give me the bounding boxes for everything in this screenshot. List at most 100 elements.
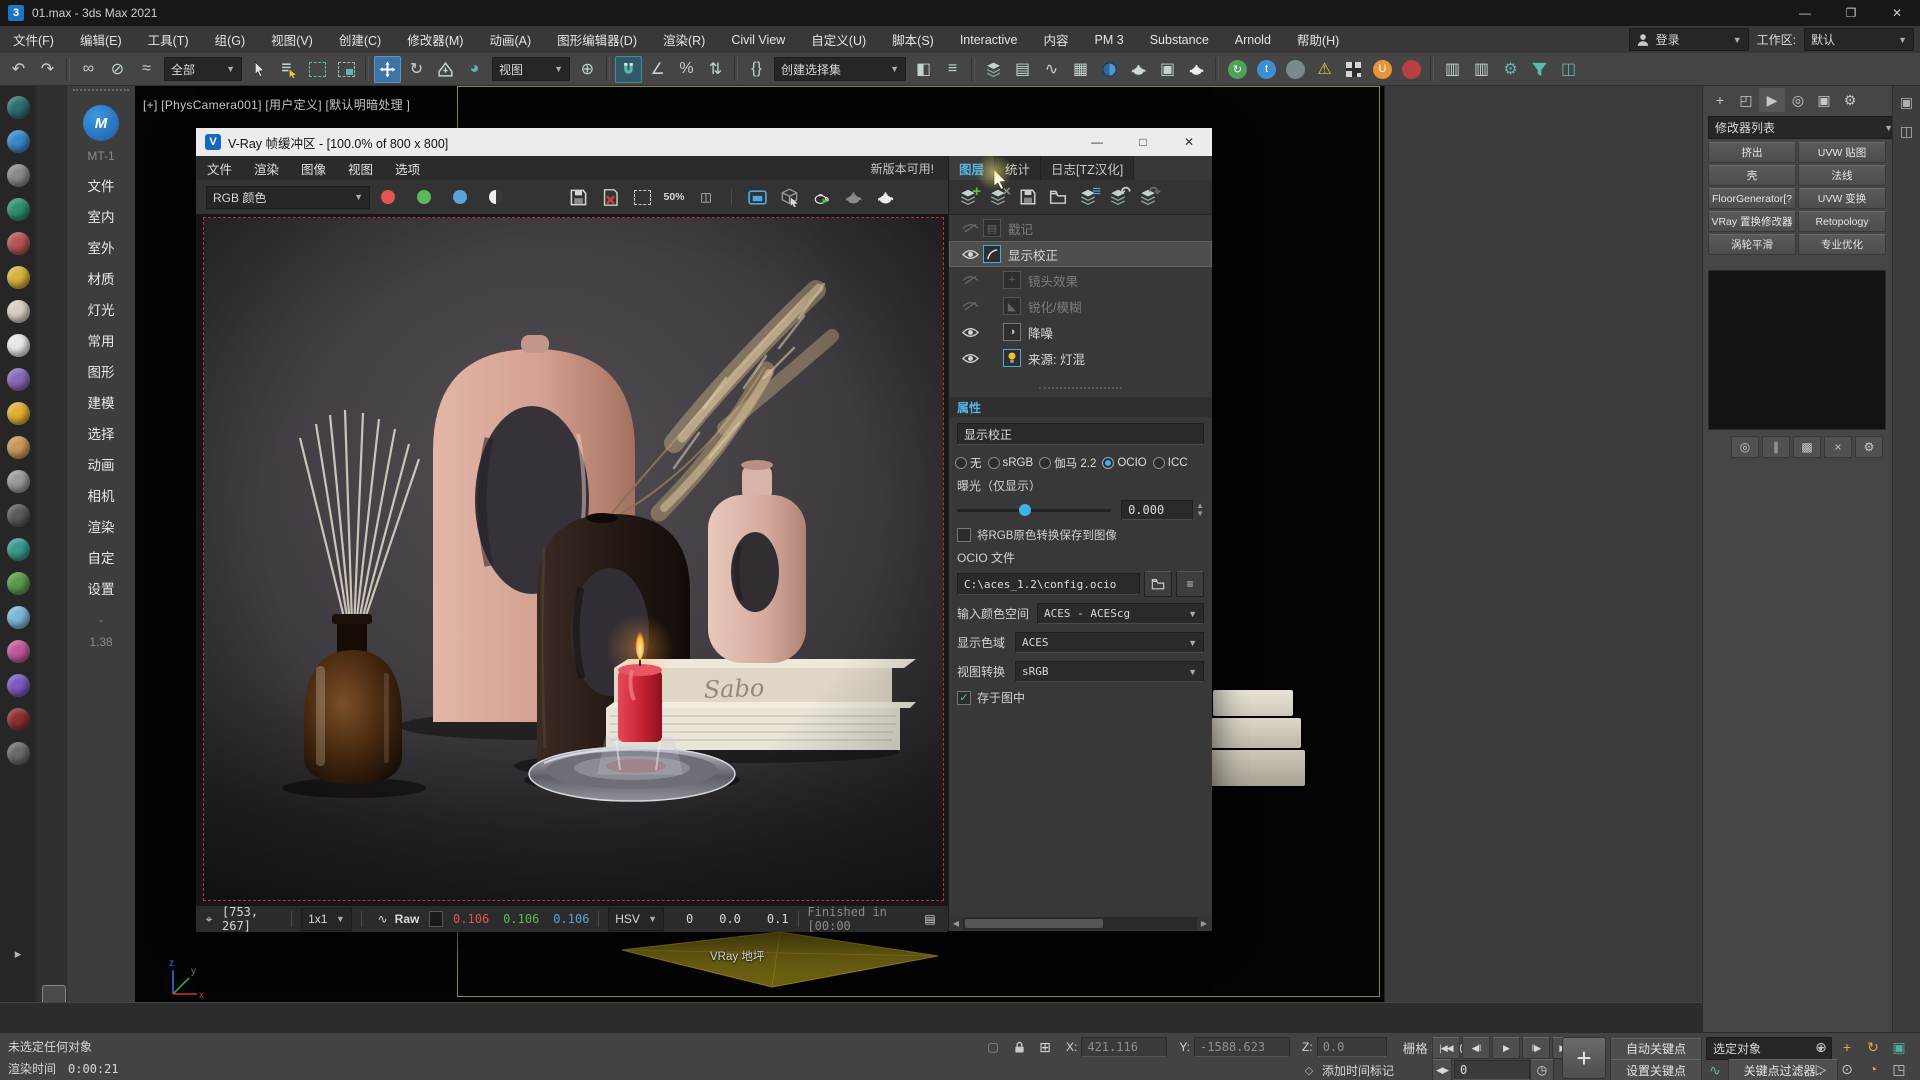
layer-row-锐化/模糊[interactable]: ◣锐化/模糊 — [949, 293, 1212, 319]
menu-item[interactable]: 渲染(R) — [650, 26, 718, 53]
exposure-value[interactable]: 0.000 — [1121, 500, 1193, 520]
save-layers-icon[interactable] — [1013, 183, 1043, 211]
select-link-icon[interactable]: ∞ — [75, 56, 102, 83]
select-move-icon[interactable] — [374, 56, 401, 83]
mt-item-图形[interactable]: 图形 — [67, 357, 135, 388]
current-frame-field[interactable]: 0 — [1454, 1060, 1530, 1080]
in-image-row[interactable]: ✓ 存于图中 — [949, 686, 1212, 709]
plugin-box-purple-icon[interactable] — [7, 674, 30, 697]
zoom-all-icon[interactable]: + — [1835, 1037, 1859, 1057]
close-button[interactable]: ✕ — [1874, 0, 1920, 26]
eye-icon[interactable] — [957, 249, 983, 260]
modifier-stack[interactable] — [1708, 270, 1886, 430]
plugin-pill-red-icon[interactable] — [7, 232, 30, 255]
render-setup-icon[interactable] — [1125, 56, 1152, 83]
layer-manager-icon[interactable] — [980, 56, 1007, 83]
minimize-button[interactable]: — — [1782, 0, 1828, 26]
modifier-button[interactable]: Retopology — [1798, 211, 1886, 232]
save-rgb-row[interactable]: 将RGB原色转换保存到图像 — [949, 524, 1212, 546]
display-tab[interactable]: ▣ — [1811, 88, 1837, 112]
scene-explorer-icon[interactable]: ◫ — [1900, 123, 1913, 140]
modifier-button[interactable]: 壳 — [1708, 165, 1796, 186]
z-coordinate-field[interactable]: 0.0 — [1317, 1037, 1387, 1057]
mt-logo[interactable]: M — [83, 105, 119, 141]
mt-item-相机[interactable]: 相机 — [67, 481, 135, 512]
mt-item-设置[interactable]: 设置 — [67, 574, 135, 605]
vfb-tab-图层[interactable]: 图层 — [949, 156, 995, 180]
radio-ICC[interactable]: ICC — [1153, 457, 1188, 469]
panel-drag-handle[interactable] — [73, 89, 129, 97]
compare-ab-icon[interactable]: ◫ — [692, 184, 720, 210]
spinner-snap-icon[interactable]: ⇅ — [702, 56, 729, 83]
modifier-button[interactable]: FloorGenerator[? — [1708, 188, 1796, 209]
plugin-violet-icon[interactable] — [7, 368, 30, 391]
plugin-ring-white-icon[interactable] — [7, 334, 30, 357]
pipeline-gear-icon[interactable]: ⚙ — [1497, 56, 1524, 83]
track-bar[interactable] — [0, 1002, 1702, 1033]
vfb-maximize-button[interactable]: □ — [1120, 129, 1166, 155]
panel-splitter[interactable] — [1039, 379, 1122, 389]
red-badge-icon[interactable] — [1398, 56, 1425, 83]
angle-snap-icon[interactable]: ∠ — [644, 56, 671, 83]
menu-item[interactable]: 创建(C) — [326, 26, 394, 53]
modifier-list-dropdown[interactable]: 修改器列表▼ — [1708, 116, 1900, 139]
undo-icon[interactable]: ↶ — [5, 56, 32, 83]
delete-layer-icon[interactable]: × — [983, 183, 1013, 211]
strip-expand-arrow[interactable]: ▸ — [15, 946, 22, 962]
menu-item[interactable]: PM 3 — [1082, 26, 1137, 53]
save-image-icon[interactable] — [564, 184, 592, 210]
asset-db2-icon[interactable]: ▥ — [1468, 56, 1495, 83]
layout-pin-icon[interactable]: ◰ — [1733, 88, 1759, 112]
time-config-icon[interactable]: ◷ — [1530, 1059, 1554, 1080]
vfb-tab-统计[interactable]: 统计 — [995, 156, 1041, 180]
vray-ground-plane[interactable] — [620, 930, 940, 990]
x-coordinate-field[interactable]: 421.116 — [1081, 1037, 1167, 1057]
pan-icon[interactable]: ⊙ — [1835, 1059, 1859, 1079]
remove-modifier-icon[interactable]: × — [1824, 436, 1852, 458]
layer-row-镜头效果[interactable]: +镜头效果 — [949, 267, 1212, 293]
scroll-right-arrow[interactable]: ▶ — [1197, 917, 1211, 930]
plugin-scatter-icon[interactable] — [7, 470, 30, 493]
align-icon[interactable]: ≡ — [939, 56, 966, 83]
plugin-blue-icon[interactable]: t — [1253, 56, 1280, 83]
viewport-label[interactable]: [+] [PhysCamera001] [用户定义] [默认明暗处理 ] — [143, 96, 410, 113]
empty-viewport-panel[interactable] — [1384, 86, 1702, 1002]
redo-layer-icon[interactable]: ↷ — [1133, 183, 1163, 211]
use-pivot-center-icon[interactable]: ⊕ — [574, 56, 601, 83]
red-channel-toggle[interactable] — [381, 190, 395, 204]
plugin-box-gray-icon[interactable] — [7, 742, 30, 765]
rendered-frame-icon[interactable]: ▣ — [1154, 56, 1181, 83]
undo-layer-icon[interactable]: ↶ — [1103, 183, 1133, 211]
plugin-sphere-sky-icon[interactable] — [7, 606, 30, 629]
edit-named-selections-icon[interactable]: {} — [743, 56, 770, 83]
select-object-icon[interactable] — [246, 56, 273, 83]
modifier-button[interactable]: 法线 — [1798, 165, 1886, 186]
menu-item[interactable]: 修改器(M) — [394, 26, 476, 53]
named-selection-dropdown[interactable]: 创建选择集▼ — [774, 57, 906, 81]
mt-item-建模[interactable]: 建模 — [67, 388, 135, 419]
isolate-selection-icon[interactable]: ▢ — [981, 1037, 1005, 1057]
vfb-title-bar[interactable]: V V-Ray 帧缓冲区 - [100.0% of 800 x 800] — □… — [196, 128, 1212, 156]
save-rgb-checkbox[interactable] — [957, 528, 971, 542]
select-placement-icon[interactable]: ◕ — [461, 56, 488, 83]
alpha-channel-toggle[interactable] — [489, 190, 503, 204]
eye-off-icon[interactable] — [957, 275, 983, 286]
unlink-icon[interactable]: ⊘ — [104, 56, 131, 83]
playback-button-2[interactable]: ▶ — [1492, 1037, 1520, 1059]
plugin-sphere-tan-icon[interactable] — [7, 436, 30, 459]
menu-item[interactable]: 组(G) — [202, 26, 259, 53]
create-tab[interactable]: + — [1707, 88, 1733, 112]
reference-coordinate-dropdown[interactable]: 视图▼ — [492, 57, 570, 81]
stamp-settings-icon[interactable]: ▤ — [916, 906, 944, 932]
scroll-thumb[interactable] — [965, 919, 1103, 928]
eye-icon[interactable] — [957, 327, 983, 338]
filter-funnel-icon[interactable] — [1526, 56, 1553, 83]
plugin-plant-icon[interactable] — [7, 572, 30, 595]
mt-item-自定[interactable]: 自定 — [67, 543, 135, 574]
region-render-icon[interactable] — [628, 184, 656, 210]
menu-item[interactable]: 帮助(H) — [1284, 26, 1352, 53]
menu-item[interactable]: Civil View — [718, 26, 798, 53]
percent-snap-icon[interactable]: % — [673, 56, 700, 83]
menu-item[interactable]: Substance — [1137, 26, 1222, 53]
modify-tab[interactable]: ▶ — [1759, 88, 1785, 112]
